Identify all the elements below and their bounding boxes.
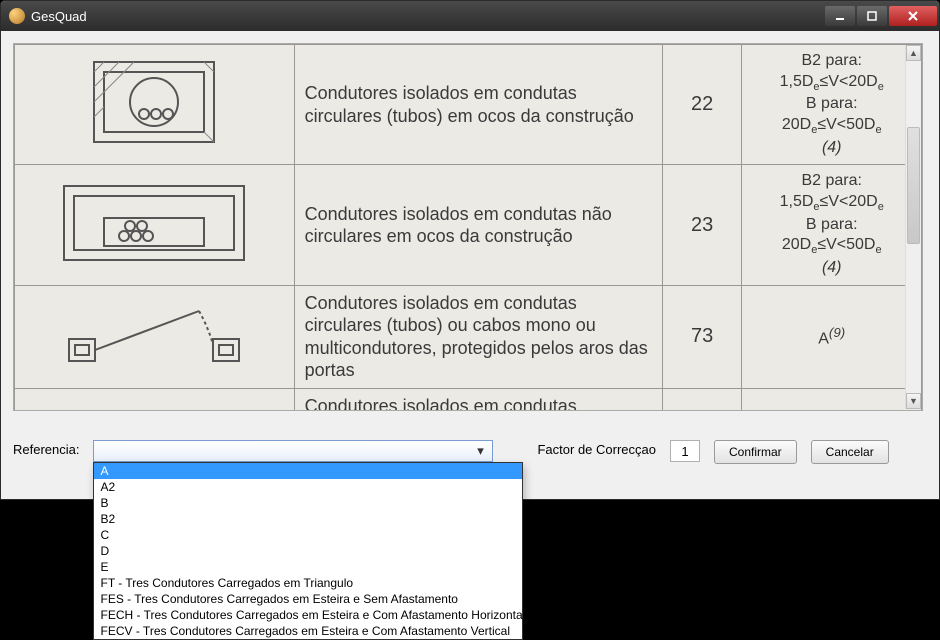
client-area: Condutores isolados em condutas circular… — [1, 31, 939, 499]
dropdown-item[interactable]: FECH - Tres Condutores Carregados em Est… — [94, 607, 522, 623]
dropdown-item[interactable]: B2 — [94, 511, 522, 527]
reference-table-panel: Condutores isolados em condutas circular… — [13, 43, 923, 411]
window-buttons — [825, 6, 937, 26]
window-title: GesQuad — [31, 9, 825, 24]
diagram-tube-in-cavity-icon — [64, 52, 244, 152]
cancelar-button[interactable]: Cancelar — [811, 440, 889, 464]
factor-value: 1 — [670, 440, 700, 462]
description-cell: Condutores isolados em condutas circular… — [294, 388, 662, 411]
diagram-cell — [15, 285, 295, 388]
maximize-icon — [867, 11, 877, 21]
dropdown-item[interactable]: FES - Tres Condutores Carregados em Este… — [94, 591, 522, 607]
number-cell: 74 — [662, 388, 742, 411]
dropdown-item[interactable]: A2 — [94, 479, 522, 495]
chevron-down-icon: ▾ — [472, 443, 488, 459]
minimize-icon — [835, 11, 845, 21]
confirmar-button[interactable]: Confirmar — [714, 440, 797, 464]
diagram-cell — [15, 388, 295, 411]
referencia-dropdown[interactable]: AA2BB2CDEFT - Tres Condutores Carregados… — [93, 462, 523, 640]
referencia-combo[interactable]: ▾ AA2BB2CDEFT - Tres Condutores Carregad… — [93, 440, 493, 462]
maximize-button[interactable] — [857, 6, 887, 26]
reference-cell: B2 para:1,5De≤V<20DeB para:20De≤V<50De(4… — [742, 165, 922, 285]
number-cell: 23 — [662, 165, 742, 285]
reference-cell: A(9) — [742, 388, 922, 411]
description-cell: Condutores isolados em condutas não circ… — [294, 165, 662, 285]
dropdown-item[interactable]: D — [94, 543, 522, 559]
scroll-down-button[interactable]: ▼ — [906, 393, 921, 409]
dropdown-item[interactable]: B — [94, 495, 522, 511]
diagram-rect-duct-in-cavity-icon — [49, 178, 259, 268]
dropdown-item[interactable]: C — [94, 527, 522, 543]
description-cell: Condutores isolados em condutas circular… — [294, 285, 662, 388]
reference-cell: A(9) — [742, 285, 922, 388]
scroll-thumb[interactable] — [907, 127, 920, 243]
referencia-label: Referencia: — [13, 440, 79, 457]
table-row: Condutores isolados em condutas não circ… — [15, 165, 922, 285]
description-cell: Condutores isolados em condutas circular… — [294, 45, 662, 165]
dropdown-item[interactable]: FECV - Tres Condutores Carregados em Est… — [94, 623, 522, 639]
minimize-button[interactable] — [825, 6, 855, 26]
scroll-track[interactable] — [906, 61, 921, 393]
table-row: Condutores isolados em condutas circular… — [15, 388, 922, 411]
reference-table: Condutores isolados em condutas circular… — [14, 44, 922, 411]
diagram-door-frame-open-icon — [49, 299, 259, 369]
diagram-cell — [15, 45, 295, 165]
diagram-door-frame-closed-icon — [49, 401, 259, 411]
table-row: Condutores isolados em condutas circular… — [15, 45, 922, 165]
vertical-scrollbar[interactable]: ▲ ▼ — [905, 45, 921, 409]
number-cell: 22 — [662, 45, 742, 165]
close-button[interactable] — [889, 6, 937, 26]
dropdown-item[interactable]: FT - Tres Condutores Carregados em Trian… — [94, 575, 522, 591]
factor-label: Factor de Correcçao — [537, 440, 656, 457]
scroll-up-button[interactable]: ▲ — [906, 45, 921, 61]
diagram-cell — [15, 165, 295, 285]
number-cell: 73 — [662, 285, 742, 388]
dropdown-item[interactable]: E — [94, 559, 522, 575]
table-row: Condutores isolados em condutas circular… — [15, 285, 922, 388]
controls-row: Referencia: ▾ AA2BB2CDEFT - Tres Conduto… — [13, 430, 927, 485]
close-icon — [907, 10, 919, 22]
app-icon — [9, 8, 25, 24]
referencia-combo-box[interactable]: ▾ — [93, 440, 493, 462]
titlebar[interactable]: GesQuad — [1, 1, 939, 31]
reference-cell: B2 para:1,5De≤V<20DeB para:20De≤V<50De(4… — [742, 45, 922, 165]
dropdown-item[interactable]: A — [94, 463, 522, 479]
app-window: GesQuad — [0, 0, 940, 500]
